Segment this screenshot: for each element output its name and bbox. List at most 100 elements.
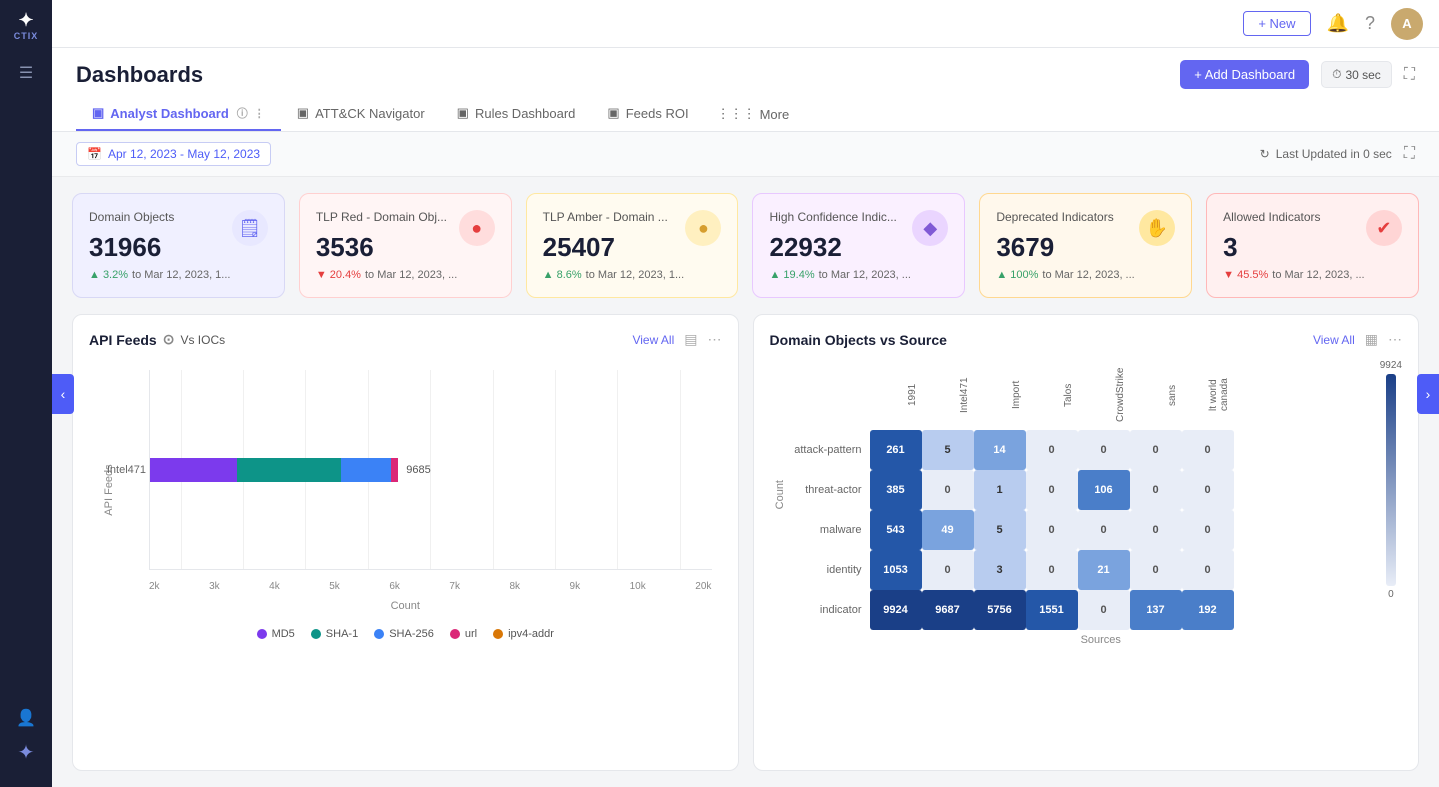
chart-title: API Feeds ⊙ Vs IOCs [89,331,225,348]
legend-sha256: SHA-256 [374,628,434,640]
date-range-picker[interactable]: 📅 Apr 12, 2023 - May 12, 2023 [76,142,271,166]
heatmap-cell[interactable]: 192 [1182,590,1234,630]
stat-card[interactable]: TLP Red - Domain Obj... 3536 ● ▼ 20.4% t… [299,193,512,298]
heatmap-row: threat-actor38501010600 [790,470,1234,510]
heatmap-cell[interactable]: 0 [1026,470,1078,510]
chart-layout-icon[interactable]: ▤ [684,331,697,348]
avatar[interactable]: A [1391,8,1423,40]
heatmap-cell[interactable]: 0 [1182,430,1234,470]
legend-sha1: SHA-1 [311,628,358,640]
heatmap-cell[interactable]: 5 [922,430,974,470]
heatmap-cell[interactable]: 137 [1130,590,1182,630]
date-range-label: Apr 12, 2023 - May 12, 2023 [108,147,260,161]
heatmap-cell[interactable]: 9924 [870,590,922,630]
heatmap-cell[interactable]: 49 [922,510,974,550]
scroll-right-button[interactable]: › [1417,374,1439,414]
hamburger-icon[interactable]: ☰ [19,63,33,83]
heatmap-cell[interactable]: 3 [974,550,1026,590]
stat-card[interactable]: Deprecated Indicators 3679 ✋ ▲ 100% to M… [979,193,1192,298]
last-updated[interactable]: ↻ Last Updated in 0 sec [1260,147,1392,161]
heatmap-cell[interactable]: 0 [922,470,974,510]
scroll-left-button[interactable]: ‹ [52,374,74,414]
heatmap-row-label: malware [790,510,870,550]
heatmap-cell[interactable]: 1551 [1026,590,1078,630]
heatmap-col-header: lt world canada [1182,360,1234,430]
help-icon[interactable]: ? [1365,13,1375,34]
cards-row: Domain Objects 31966 🗒 ▲ 3.2% to Mar 12,… [52,177,1439,314]
heatmap-cell[interactable]: 0 [1182,550,1234,590]
heatmap-cell[interactable]: 0 [1130,550,1182,590]
heatmap-cell[interactable]: 0 [922,550,974,590]
heatmap-y-label: Count [770,480,790,509]
users-icon[interactable]: 👤 [16,708,36,728]
sidebar-logo[interactable]: ✦ CTIX [14,10,39,41]
expand-icon[interactable]: ⛶ [1404,66,1415,84]
heatmap-cell[interactable]: 0 [1130,470,1182,510]
heatmap-row-label: identity [790,550,870,590]
tab-feeds-roi[interactable]: ▣ Feeds ROI [591,97,704,131]
heatmap-row-label: threat-actor [790,470,870,510]
new-button[interactable]: + New [1243,11,1310,36]
chart-subtitle: Vs IOCs [180,333,225,347]
card-trend: ▲ 19.4% to Mar 12, 2023, ... [769,269,948,281]
heatmap-cell[interactable]: 0 [1130,510,1182,550]
sidebar: ✦ CTIX ☰ 👤 ✦ [0,0,52,787]
heatmap-cell[interactable]: 0 [1026,550,1078,590]
page-title: Dashboards [76,62,203,88]
card-icon: ● [459,210,495,246]
heatmap-cell[interactable]: 543 [870,510,922,550]
heatmap-cell[interactable]: 0 [1026,430,1078,470]
tab-label: ATT&CK Navigator [315,106,425,121]
heatmap-cell[interactable]: 5 [974,510,1026,550]
heatmap-view-all[interactable]: View All [1313,333,1355,347]
heatmap-cell[interactable]: 5756 [974,590,1026,630]
heatmap-cell[interactable]: 106 [1078,470,1130,510]
tab-info-icon: ⓘ [237,105,248,121]
tab-rules-dashboard[interactable]: ▣ Rules Dashboard [441,97,592,131]
chart-more-icon[interactable]: ⋯ [708,331,722,348]
calendar-icon: 📅 [87,147,102,161]
heatmap-cell[interactable]: 1053 [870,550,922,590]
bar-row-label: Intel471 [88,464,146,476]
heatmap-cell[interactable]: 21 [1078,550,1130,590]
heatmap-col-header: Import [974,360,1026,430]
notifications-icon[interactable]: 🔔 [1327,13,1349,34]
heatmap-cell[interactable]: 9687 [922,590,974,630]
last-updated-label: Last Updated in 0 sec [1276,147,1392,161]
heatmap-cell[interactable]: 0 [1130,430,1182,470]
refresh-badge[interactable]: ⏱ 30 sec [1321,61,1392,88]
view-all-link[interactable]: View All [632,333,674,347]
tab-menu-icon[interactable]: ⋮ [254,107,265,120]
card-trend: ▲ 8.6% to Mar 12, 2023, 1... [543,269,722,281]
heatmap-cell[interactable]: 1 [974,470,1026,510]
chart-filter-icon[interactable]: ⊙ [163,331,175,348]
heatmap-cell[interactable]: 0 [1078,510,1130,550]
more-tab[interactable]: ⋮⋮⋮ More [705,98,802,130]
tab-analyst-dashboard[interactable]: ▣ Analyst Dashboard ⓘ ⋮ [76,97,281,131]
heatmap-cell[interactable]: 0 [1026,510,1078,550]
heatmap-cell[interactable]: 14 [974,430,1026,470]
tab-label: Analyst Dashboard [110,106,228,121]
stat-card[interactable]: Domain Objects 31966 🗒 ▲ 3.2% to Mar 12,… [72,193,285,298]
heatmap-cell[interactable]: 0 [1078,430,1130,470]
heatmap-cell[interactable]: 0 [1182,470,1234,510]
fullscreen-icon[interactable]: ⛶ [1404,145,1415,163]
heatmap-cell[interactable]: 261 [870,430,922,470]
heatmap-more-icon[interactable]: ⋯ [1388,331,1402,348]
card-icon: ✋ [1139,210,1175,246]
trend-text: to Mar 12, 2023, ... [1272,269,1364,281]
tab-attck-navigator[interactable]: ▣ ATT&CK Navigator [281,97,441,131]
heatmap-cell[interactable]: 0 [1078,590,1130,630]
add-dashboard-button[interactable]: + Add Dashboard [1180,60,1309,89]
heatmap-title: Domain Objects vs Source [770,332,947,348]
stat-card[interactable]: TLP Amber - Domain ... 25407 ● ▲ 8.6% to… [526,193,739,298]
stat-card[interactable]: Allowed Indicators 3 ✔ ▼ 45.5% to Mar 12… [1206,193,1419,298]
heatmap-cell[interactable]: 0 [1182,510,1234,550]
stat-card[interactable]: High Confidence Indic... 22932 ◆ ▲ 19.4%… [752,193,965,298]
trend-text: to Mar 12, 2023, ... [819,269,911,281]
heatmap-cell[interactable]: 385 [870,470,922,510]
refresh-label: 30 sec [1345,68,1380,82]
heatmap-body: Count 1991Intel471ImportTalosCrowdStrike… [770,360,1403,630]
trend-arrow: ▼ 20.4% [316,269,361,281]
heatmap-layout-icon[interactable]: ▦ [1365,331,1378,348]
